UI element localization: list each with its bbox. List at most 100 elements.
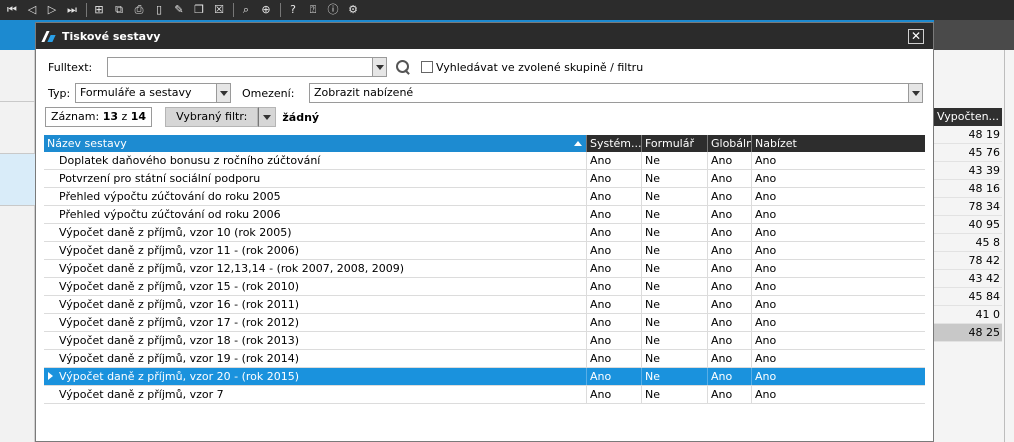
- table-cell: Výpočet daně z příjmů, vzor 7: [56, 386, 587, 403]
- table-row[interactable]: Přehled výpočtu zúčtování do roku 2005 An…: [44, 188, 925, 206]
- background-grid-cell: 43 42: [934, 270, 1002, 288]
- restriction-select[interactable]: Zobrazit nabízené: [309, 83, 923, 103]
- table-cell: Ano: [708, 206, 752, 223]
- table-cell: Ano: [708, 278, 752, 295]
- options-icon[interactable]: ⚙: [345, 2, 361, 18]
- column-header-form[interactable]: Formulář: [642, 135, 708, 152]
- table-cell: Přehled výpočtu zúčtování do roku 2005: [56, 188, 587, 205]
- table-cell: Ano: [708, 224, 752, 241]
- table-cell: Ne: [642, 386, 708, 403]
- search-icon[interactable]: [394, 58, 412, 76]
- table-cell: Ano: [755, 172, 777, 185]
- background-grid-cell: 78 42: [934, 252, 1002, 270]
- row-indicator-icon: [44, 206, 56, 223]
- table-cell: Výpočet daně z příjmů, vzor 12,13,14 - (…: [56, 260, 587, 277]
- close-button[interactable]: ✕: [908, 29, 924, 44]
- table-row[interactable]: Výpočet daně z příjmů, vzor 20 - (rok 20…: [44, 368, 925, 386]
- table-cell: Ano: [755, 334, 777, 347]
- table-row[interactable]: Výpočet daně z příjmů, vzor 17 - (rok 20…: [44, 314, 925, 332]
- column-header-name[interactable]: Název sestavy: [44, 135, 587, 152]
- table-row[interactable]: Výpočet daně z příjmů, vzor 16 - (rok 20…: [44, 296, 925, 314]
- type-row: Typ: Formuláře a sestavy Omezení: Zobraz…: [48, 83, 923, 103]
- new-record-icon[interactable]: ⊞: [91, 2, 107, 18]
- background-grid-cell: 43 39: [934, 162, 1002, 180]
- table-cell: Ano: [587, 332, 642, 349]
- toolbar-separator: [280, 3, 281, 17]
- delete-icon[interactable]: ☒: [211, 2, 227, 18]
- table-row[interactable]: Přehled výpočtu zúčtování od roku 2006 An…: [44, 206, 925, 224]
- app-logo-icon: [42, 29, 56, 43]
- background-panel-header: [934, 20, 1014, 50]
- row-indicator-icon: [44, 242, 56, 259]
- table-row[interactable]: Potvrzení pro státní sociální podporu Ano…: [44, 170, 925, 188]
- table-row[interactable]: Výpočet daně z příjmů, vzor 12,13,14 - (…: [44, 260, 925, 278]
- find-next-icon[interactable]: ⊕: [258, 2, 274, 18]
- type-select[interactable]: Formuláře a sestavy: [75, 83, 231, 103]
- find-icon[interactable]: ⌕: [238, 2, 254, 18]
- table-cell: Ano: [587, 368, 642, 385]
- chevron-down-icon[interactable]: [372, 58, 386, 76]
- table-cell: Doplatek daňového bonusu z ročního zúčto…: [56, 152, 587, 169]
- background-sidebar-block: [0, 50, 35, 102]
- help-context-icon[interactable]: ⍰: [305, 2, 321, 18]
- record-counter: Záznam: 13 z 14: [45, 107, 153, 127]
- background-grid-cell: 45 8: [934, 234, 1002, 252]
- table-row[interactable]: Doplatek daňového bonusu z ročního zúčto…: [44, 152, 925, 170]
- table-row[interactable]: Výpočet daně z příjmů, vzor 10 (rok 2005…: [44, 224, 925, 242]
- chevron-down-icon[interactable]: [908, 84, 922, 102]
- type-label: Typ:: [48, 86, 71, 100]
- filter-dropdown-button[interactable]: [258, 107, 277, 127]
- reports-table: Název sestavy Systém... Formulář Globáln…: [44, 135, 925, 404]
- table-cell: Ano: [587, 386, 642, 403]
- table-cell: Výpočet daně z příjmů, vzor 18 - (rok 20…: [56, 332, 587, 349]
- copy-record-icon[interactable]: ⧉: [111, 2, 127, 18]
- table-cell: Ano: [755, 352, 777, 365]
- record-current: 13: [102, 110, 118, 123]
- table-row[interactable]: Výpočet daně z příjmů, vzor 11 - (rok 20…: [44, 242, 925, 260]
- table-cell: Ano: [708, 368, 752, 385]
- fulltext-input[interactable]: [107, 57, 387, 77]
- table-row[interactable]: Výpočet daně z příjmů, vzor 15 - (rok 20…: [44, 278, 925, 296]
- table-cell: Ne: [642, 170, 708, 187]
- about-icon[interactable]: ⓘ: [325, 2, 341, 18]
- selected-filter-button[interactable]: Vybraný filtr:: [165, 107, 259, 127]
- next-record-icon[interactable]: ▷: [44, 2, 60, 18]
- dialog-titlebar[interactable]: Tiskové sestavy: [36, 23, 933, 49]
- help-icon[interactable]: ?: [285, 2, 301, 18]
- table-row[interactable]: Výpočet daně z příjmů, vzor 7 Ano Ne Ano Ano: [44, 386, 925, 404]
- last-record-icon[interactable]: ⏭: [64, 2, 80, 18]
- table-cell: Ne: [642, 314, 708, 331]
- table-row[interactable]: Výpočet daně z příjmů, vzor 18 - (rok 20…: [44, 332, 925, 350]
- table-cell: Ano: [755, 208, 777, 221]
- table-cell: Ano: [587, 314, 642, 331]
- table-cell: Ano: [755, 262, 777, 275]
- print-icon[interactable]: ⎙: [131, 2, 147, 18]
- table-cell: Ano: [587, 206, 642, 223]
- search-in-group-checkbox[interactable]: [421, 61, 433, 73]
- table-cell: Ne: [642, 332, 708, 349]
- column-header-system[interactable]: Systém...: [587, 135, 642, 152]
- blank-document-icon[interactable]: ▯: [151, 2, 167, 18]
- table-cell: Ano: [587, 350, 642, 367]
- row-indicator-icon: [44, 332, 56, 349]
- table-cell: Ano: [587, 260, 642, 277]
- first-record-icon[interactable]: ⏮: [4, 2, 20, 18]
- table-cell: Ne: [642, 350, 708, 367]
- table-cell: Ano: [708, 332, 752, 349]
- chevron-down-icon[interactable]: [216, 84, 230, 102]
- table-cell: Ano: [708, 314, 752, 331]
- background-grid-header: Vypočten...: [934, 108, 1002, 126]
- table-cell: Ano: [587, 188, 642, 205]
- table-cell: Výpočet daně z příjmů, vzor 16 - (rok 20…: [56, 296, 587, 313]
- column-header-offer[interactable]: Nabízet: [752, 135, 925, 152]
- background-grid-cell: 48 19: [934, 126, 1002, 144]
- table-cell: Ne: [642, 206, 708, 223]
- table-row[interactable]: Výpočet daně z příjmů, vzor 19 - (rok 20…: [44, 350, 925, 368]
- copy-icon[interactable]: ❐: [191, 2, 207, 18]
- edit-icon[interactable]: ✎: [171, 2, 187, 18]
- column-header-global[interactable]: Globální: [708, 135, 752, 152]
- table-cell: Ano: [755, 388, 777, 401]
- record-total: 14: [130, 110, 147, 123]
- row-indicator-icon: [44, 350, 56, 367]
- prev-record-icon[interactable]: ◁: [24, 2, 40, 18]
